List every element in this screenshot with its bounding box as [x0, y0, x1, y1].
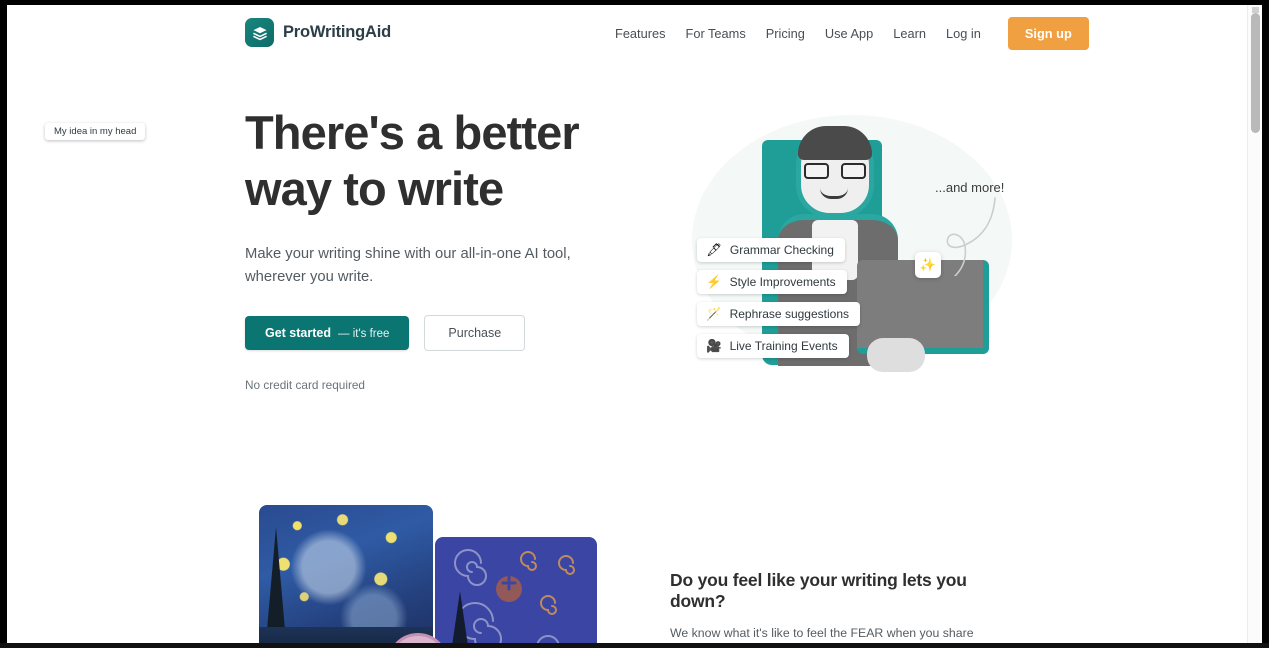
person-hair	[798, 126, 872, 160]
page-scrollbar[interactable]	[1247, 5, 1262, 643]
lower-section-copy: Do you feel like your writing lets you d…	[670, 570, 1015, 643]
starry-night-image-card	[259, 505, 433, 643]
glasses-lens-right	[841, 162, 866, 179]
nav-item-use-app[interactable]: Use App	[815, 20, 883, 47]
magic-wand-icon: 🪄	[706, 306, 722, 321]
stacked-pages-logo-icon	[245, 18, 274, 47]
nav-item-for-teams[interactable]: For Teams	[676, 20, 756, 47]
feature-chip-live-training-events[interactable]: 🎥 Live Training Events	[697, 334, 849, 358]
feature-chip-grammar-checking[interactable]: 🖋 Grammar Checking	[697, 238, 845, 262]
brand-logo-link[interactable]: ProWritingAid	[245, 18, 391, 47]
hero-heading: There's a better way to write	[245, 105, 645, 217]
lower-section-body: We know what it's like to feel the FEAR …	[670, 626, 974, 640]
glasses-lens-left	[804, 162, 829, 179]
feature-chip-label: Rephrase suggestions	[729, 307, 849, 321]
get-started-label: Get started	[265, 326, 331, 340]
and-more-annotation: ...and more!	[935, 180, 1005, 195]
hero-heading-line-2: way to write	[245, 162, 504, 215]
scribble-image-card	[435, 537, 597, 643]
no-credit-card-note: No credit card required	[245, 378, 365, 392]
person-hand	[867, 338, 925, 372]
nav-item-log-in[interactable]: Log in	[936, 20, 991, 47]
lower-section-heading: Do you feel like your writing lets you d…	[670, 570, 967, 611]
feature-chip-label: Live Training Events	[729, 339, 838, 353]
page-content: ProWritingAid Features For Teams Pricing…	[7, 5, 1247, 643]
nav-item-learn[interactable]: Learn	[883, 20, 936, 47]
hero-subtitle: Make your writing shine with our all-in-…	[245, 246, 571, 285]
glasses-icon	[804, 162, 866, 179]
window-bottom-edge	[0, 643, 1269, 648]
main-navigation: Features For Teams Pricing Use App Learn…	[605, 5, 1089, 61]
site-header: ProWritingAid Features For Teams Pricing…	[7, 5, 1247, 61]
curly-arrow-icon	[946, 197, 996, 276]
lightning-bolt-icon: ⚡	[706, 274, 722, 289]
scrollbar-thumb[interactable]	[1251, 13, 1260, 133]
sparkle-badge: ✨	[915, 252, 941, 278]
get-started-button[interactable]: Get started — it's free	[245, 316, 410, 350]
hero-illustration: 🖋 Grammar Checking ⚡ Style Improvements …	[667, 100, 1037, 390]
feature-chip-label: Style Improvements	[729, 275, 836, 289]
idea-in-my-head-label: My idea in my head	[45, 123, 146, 140]
nav-item-features[interactable]: Features	[605, 20, 676, 47]
purchase-button[interactable]: Purchase	[424, 315, 526, 351]
hero-copy-block: There's a better way to write Make your …	[245, 105, 645, 392]
feature-chip-style-improvements[interactable]: ⚡ Style Improvements	[697, 270, 847, 294]
browser-screen: ProWritingAid Features For Teams Pricing…	[0, 0, 1269, 648]
hero-heading-line-1: There's a better	[245, 106, 580, 159]
movie-camera-icon: 🎥	[706, 338, 722, 353]
feature-chip-label: Grammar Checking	[729, 243, 834, 257]
hero-cta-row: Get started — it's free Purchase	[245, 315, 645, 351]
page-viewport: ProWritingAid Features For Teams Pricing…	[7, 5, 1262, 643]
sparkle-icon: ✨	[919, 257, 937, 272]
fountain-pen-icon: 🖋	[706, 242, 722, 257]
feature-chip-list: 🖋 Grammar Checking ⚡ Style Improvements …	[697, 238, 860, 358]
cypress-tree-shape-2	[451, 591, 469, 643]
feature-chip-rephrase-suggestions[interactable]: 🪄 Rephrase suggestions	[697, 302, 860, 326]
get-started-note: — it's free	[338, 328, 390, 340]
nav-item-pricing[interactable]: Pricing	[756, 20, 815, 47]
cypress-tree-shape	[265, 527, 287, 643]
sign-up-button[interactable]: Sign up	[1007, 16, 1089, 50]
brand-name: ProWritingAid	[283, 23, 392, 41]
